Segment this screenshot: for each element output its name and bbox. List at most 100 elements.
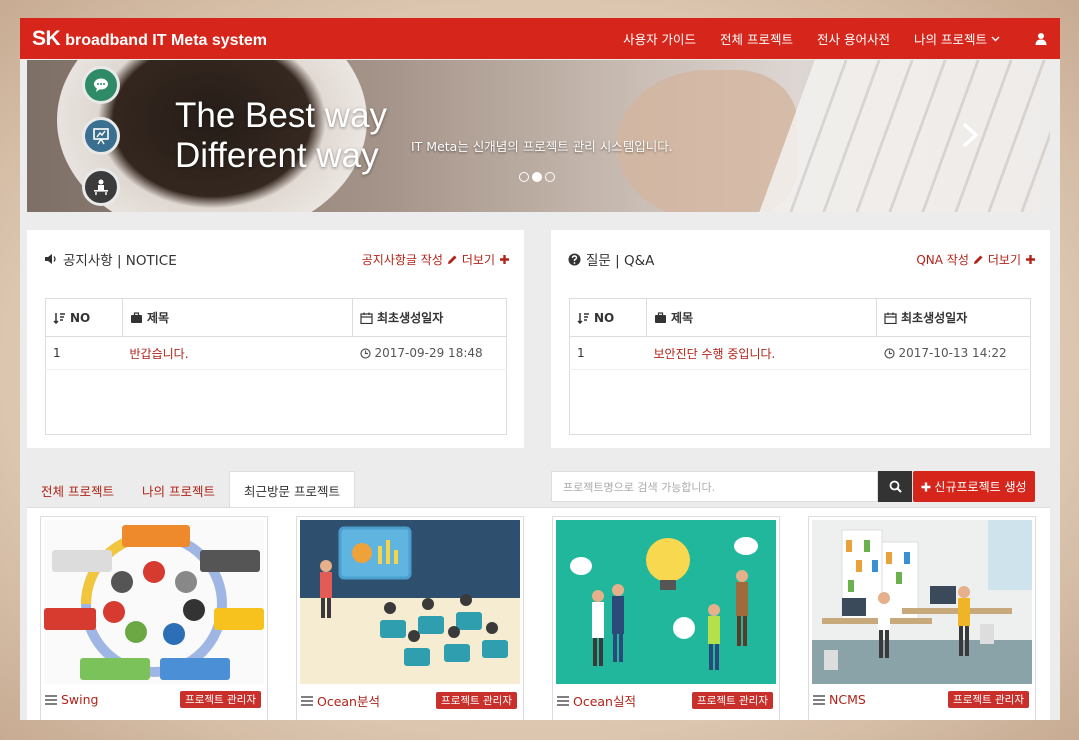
clock-icon <box>359 347 371 359</box>
project-name: NCMS <box>829 692 866 707</box>
nav-all-projects[interactable]: 전체 프로젝트 <box>720 29 793 48</box>
carousel-dot-2[interactable] <box>532 172 542 182</box>
notice-write-link[interactable]: 공지사항글 작성 <box>362 251 443 268</box>
meeting-icon[interactable] <box>82 168 120 206</box>
tab-all-projects[interactable]: 전체 프로젝트 <box>27 472 128 508</box>
chevron-right-icon[interactable] <box>960 122 980 148</box>
pencil-icon[interactable] <box>447 254 458 265</box>
app-frame: SK broadband IT Meta system 사용자 가이드 전체 프… <box>20 18 1060 720</box>
calendar-icon <box>884 312 897 324</box>
nav-menu: 사용자 가이드 전체 프로젝트 전사 용어사전 나의 프로젝트 <box>623 29 1048 48</box>
notice-table: NO 제목 최초생성일자 1 반갑습니다. 2017-09-29 18:48 <box>45 298 507 435</box>
project-name-link[interactable]: Swing <box>45 692 99 707</box>
top-navbar: SK broadband IT Meta system 사용자 가이드 전체 프… <box>20 18 1060 59</box>
col-date[interactable]: 최초생성일자 <box>352 298 507 337</box>
notice-panel: 공지사항 | NOTICE 공지사항글 작성 더보기 NO 제목 최초생성일자 … <box>27 230 524 448</box>
nav-glossary[interactable]: 전사 용어사전 <box>817 29 890 48</box>
row-title-link[interactable]: 보안진단 수행 중입니다. <box>646 336 877 370</box>
qna-links: QNA 작성 더보기 <box>916 251 1036 268</box>
project-search-input[interactable]: 프로젝트명으로 검색 가능합니다. <box>551 471 878 502</box>
logo-sk: SK <box>32 26 61 50</box>
project-name: Swing <box>61 692 99 707</box>
carousel-dot-3[interactable] <box>545 172 555 182</box>
qna-panel: 질문 | Q&A QNA 작성 더보기 NO 제목 최초생성일자 1 보안진단 … <box>551 230 1050 448</box>
col-title[interactable]: 제목 <box>646 298 877 337</box>
qna-title-wrap: 질문 | Q&A <box>568 249 654 269</box>
role-badge: 프로젝트 관리자 <box>692 692 773 709</box>
qna-title: 질문 | Q&A <box>586 253 655 269</box>
hero-caption: IT Meta는 신개념의 프로젝트 관리 시스템입니다. <box>411 139 673 154</box>
col-no-label: NO <box>70 310 91 325</box>
qna-more-link[interactable]: 더보기 <box>988 251 1021 268</box>
list-icon <box>301 695 313 706</box>
project-thumbnail <box>812 520 1032 684</box>
notice-title: 공지사항 | NOTICE <box>63 253 177 269</box>
project-name-link[interactable]: NCMS <box>813 692 866 707</box>
project-tabs: 전체 프로젝트 나의 프로젝트 최근방문 프로젝트 <box>27 470 551 508</box>
col-title[interactable]: 제목 <box>122 298 353 337</box>
sort-icon <box>53 312 65 324</box>
col-date[interactable]: 최초생성일자 <box>876 298 1031 337</box>
project-name-link[interactable]: Ocean분석 <box>301 691 380 710</box>
col-no[interactable]: NO <box>45 298 123 337</box>
hero-headline-line2: Different way <box>175 136 379 175</box>
row-date-text: 2017-09-29 18:48 <box>374 346 483 360</box>
keyboard-image <box>759 60 1050 212</box>
logo-text: broadband IT Meta system <box>65 31 268 49</box>
search-icon <box>889 480 902 493</box>
list-icon <box>813 694 825 705</box>
plus-icon[interactable] <box>1025 254 1036 265</box>
chat-icon[interactable] <box>82 66 120 104</box>
role-badge: 프로젝트 관리자 <box>948 691 1029 708</box>
table-row[interactable]: 1 보안진단 수행 중입니다. 2017-10-13 14:22 <box>569 336 1031 370</box>
list-icon <box>45 694 57 705</box>
pencil-icon[interactable] <box>973 254 984 265</box>
project-card[interactable]: Swing 프로젝트 관리자 <box>40 516 268 720</box>
row-no: 1 <box>45 336 123 370</box>
new-project-button[interactable]: 신규프로젝트 생성 <box>913 471 1035 502</box>
hero-headline: The Best way Different way <box>175 96 387 176</box>
project-card[interactable]: Ocean분석 프로젝트 관리자 <box>296 516 524 720</box>
notice-more-link[interactable]: 더보기 <box>462 251 495 268</box>
col-date-label: 최초생성일자 <box>377 311 444 325</box>
project-thumbnail <box>300 520 520 684</box>
logo[interactable]: SK broadband IT Meta system <box>32 27 267 51</box>
qna-table: NO 제목 최초생성일자 1 보안진단 수행 중입니다. 2017-10-13 … <box>569 298 1031 435</box>
row-date-text: 2017-10-13 14:22 <box>898 346 1007 360</box>
qna-write-link[interactable]: QNA 작성 <box>916 251 969 268</box>
plus-icon[interactable] <box>499 254 510 265</box>
plus-icon <box>921 482 931 491</box>
tab-recent-projects[interactable]: 최근방문 프로젝트 <box>228 471 355 508</box>
user-icon[interactable] <box>1034 32 1048 46</box>
carousel-indicators <box>519 172 555 182</box>
search-button[interactable] <box>878 471 912 502</box>
list-icon <box>557 695 569 706</box>
table-row[interactable]: 1 반갑습니다. 2017-09-29 18:48 <box>45 336 507 370</box>
row-title-link[interactable]: 반갑습니다. <box>122 336 353 370</box>
presentation-icon[interactable] <box>82 117 120 155</box>
project-name: Ocean실적 <box>573 694 636 709</box>
notice-title-wrap: 공지사항 | NOTICE <box>44 249 177 269</box>
empty-row <box>45 369 507 435</box>
project-card[interactable]: NCMS 프로젝트 관리자 <box>808 516 1036 720</box>
role-badge: 프로젝트 관리자 <box>180 691 261 708</box>
nav-user-guide[interactable]: 사용자 가이드 <box>623 29 696 48</box>
clock-icon <box>883 347 895 359</box>
nav-my-projects[interactable]: 나의 프로젝트 <box>914 29 1000 48</box>
col-no[interactable]: NO <box>569 298 647 337</box>
project-name: Ocean분석 <box>317 694 380 709</box>
project-name-link[interactable]: Ocean실적 <box>557 691 636 710</box>
speaker-icon <box>45 254 56 264</box>
tab-my-projects[interactable]: 나의 프로젝트 <box>128 472 229 508</box>
notice-links: 공지사항글 작성 더보기 <box>362 251 510 268</box>
project-card[interactable]: Ocean실적 프로젝트 관리자 <box>552 516 780 720</box>
project-thumbnail <box>44 520 264 684</box>
hero-carousel[interactable]: The Best way Different way IT Meta는 신개념의… <box>27 60 1050 212</box>
col-date-label: 최초생성일자 <box>901 311 968 325</box>
hero-headline-line1: The Best way <box>175 96 388 135</box>
carousel-dot-1[interactable] <box>519 172 529 182</box>
empty-row <box>569 369 1031 435</box>
row-date: 2017-09-29 18:48 <box>352 336 507 370</box>
project-card-list: Swing 프로젝트 관리자 Ocean분석 프로젝트 관리자 Ocean실적 … <box>27 508 1050 720</box>
col-title-label: 제목 <box>671 311 694 325</box>
